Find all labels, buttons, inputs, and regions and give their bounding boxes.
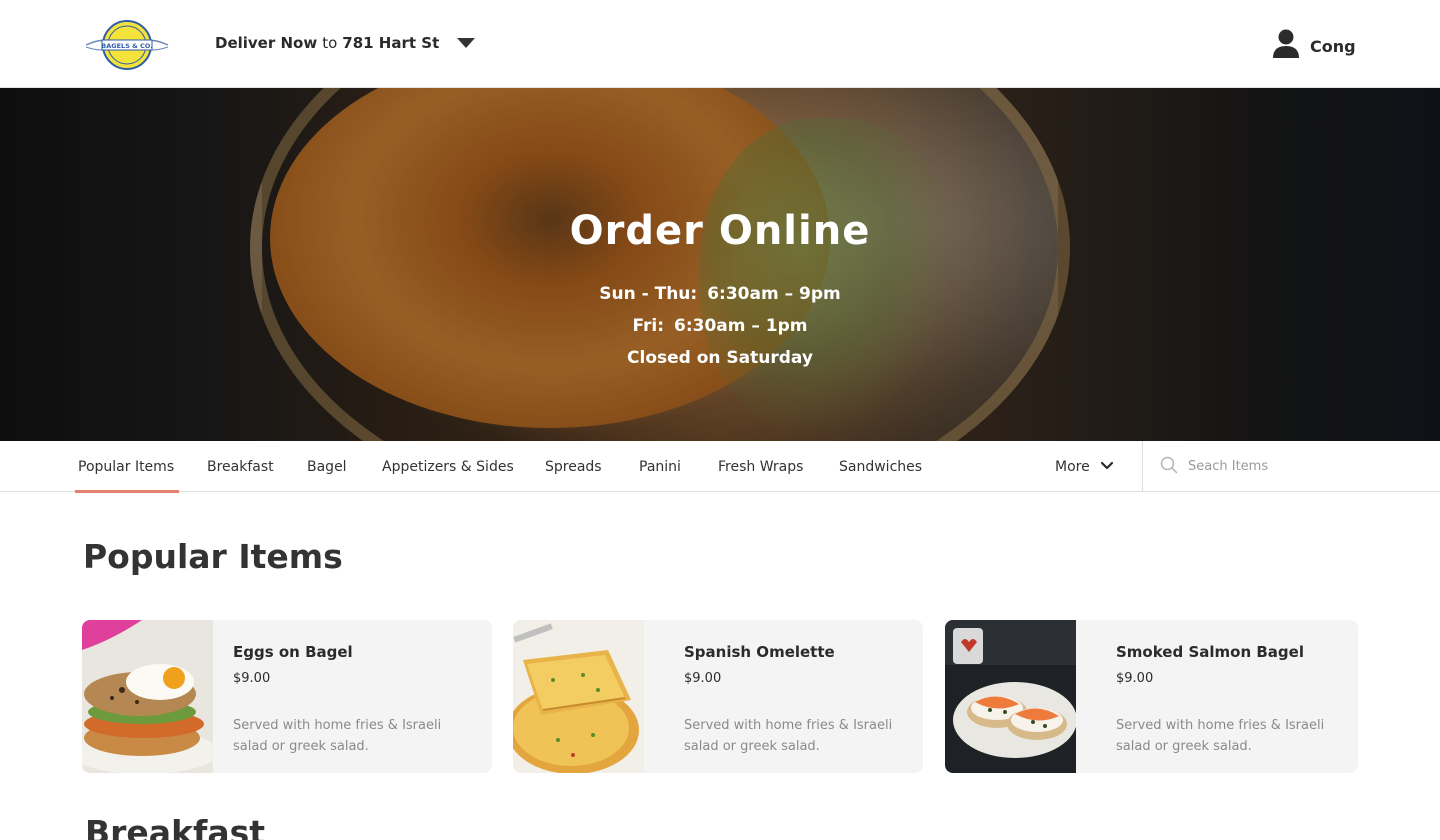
tab-fresh-wraps[interactable]: Fresh Wraps bbox=[718, 441, 803, 492]
logo-text: BAGELS & CO. bbox=[101, 42, 152, 50]
top-header: BAGELS & CO. Deliver Now to 781 Hart St … bbox=[0, 0, 1440, 88]
section-title-popular: Popular Items bbox=[83, 537, 343, 576]
tab-bagel[interactable]: Bagel bbox=[307, 441, 347, 492]
tab-popular-items[interactable]: Popular Items bbox=[74, 441, 180, 493]
delivery-selector[interactable]: Deliver Now to 781 Hart St bbox=[215, 34, 476, 52]
category-nav: Popular Items Breakfast Bagel Appetizers… bbox=[0, 441, 1440, 493]
smoked-salmon-bagel-photo bbox=[945, 620, 1077, 773]
deliver-to-label: to bbox=[322, 34, 338, 52]
chevron-down-icon bbox=[1100, 459, 1114, 475]
menu-item-card[interactable]: Spanish Omelette $9.00 Served with home … bbox=[513, 620, 923, 773]
item-price: $9.00 bbox=[684, 671, 722, 686]
hero-shade bbox=[0, 88, 1440, 441]
item-description: Served with home fries & Israeli salad o… bbox=[233, 718, 442, 754]
user-name: Cong bbox=[1310, 36, 1356, 56]
hours-line-weekdays: Sun - Thu: 6:30am – 9pm bbox=[0, 278, 1440, 310]
tab-spreads[interactable]: Spreads bbox=[545, 441, 602, 492]
item-price: $9.00 bbox=[1116, 671, 1154, 686]
spanish-omelette-photo bbox=[513, 620, 644, 773]
hours-time: 6:30am – 9pm bbox=[707, 284, 841, 304]
search-input[interactable] bbox=[1188, 459, 1408, 474]
tab-breakfast[interactable]: Breakfast bbox=[207, 441, 274, 492]
nav-divider bbox=[1142, 441, 1143, 492]
section-title-breakfast: Breakfast bbox=[85, 813, 266, 840]
tab-sandwiches[interactable]: Sandwiches bbox=[839, 441, 922, 492]
hero-title: Order Online bbox=[569, 208, 871, 254]
tab-appetizers-sides[interactable]: Appetizers & Sides bbox=[382, 441, 514, 492]
more-label: More bbox=[1055, 458, 1090, 475]
hours-time: 6:30am – 1pm bbox=[674, 316, 808, 336]
item-description: Served with home fries & Israeli salad o… bbox=[684, 718, 893, 754]
more-categories-button[interactable]: More bbox=[1055, 441, 1114, 492]
bagels-and-co-logo[interactable]: BAGELS & CO. bbox=[84, 19, 170, 71]
hours-days: Fri: bbox=[632, 316, 664, 336]
hours-line-friday: Fri: 6:30am – 1pm bbox=[0, 310, 1440, 342]
search-icon bbox=[1160, 456, 1178, 478]
hero-hours: Sun - Thu: 6:30am – 9pm Fri: 6:30am – 1pm … bbox=[0, 278, 1440, 374]
hero-banner: Order Online Sun - Thu: 6:30am – 9pm Fri:… bbox=[0, 88, 1440, 441]
item-name: Eggs on Bagel bbox=[233, 643, 353, 661]
user-account[interactable]: Cong bbox=[1272, 29, 1356, 63]
user-icon bbox=[1272, 29, 1300, 63]
item-name: Smoked Salmon Bagel bbox=[1116, 643, 1304, 661]
eggs-on-bagel-photo bbox=[82, 620, 219, 773]
caret-down-icon[interactable] bbox=[456, 36, 476, 50]
menu-item-card[interactable]: Smoked Salmon Bagel $9.00 Served with ho… bbox=[945, 620, 1358, 773]
search-box[interactable] bbox=[1160, 441, 1408, 492]
item-price: $9.00 bbox=[233, 671, 271, 686]
item-description: Served with home fries & Israeli salad o… bbox=[1116, 718, 1325, 754]
menu-item-card[interactable]: Eggs on Bagel $9.00 Served with home fri… bbox=[82, 620, 492, 773]
delivery-address: 781 Hart St bbox=[342, 34, 440, 52]
closed-note: Closed on Saturday bbox=[627, 348, 813, 368]
tab-panini[interactable]: Panini bbox=[639, 441, 681, 492]
item-name: Spanish Omelette bbox=[684, 643, 835, 661]
hours-days: Sun - Thu: bbox=[599, 284, 698, 304]
deliver-now-label: Deliver Now bbox=[215, 34, 318, 52]
